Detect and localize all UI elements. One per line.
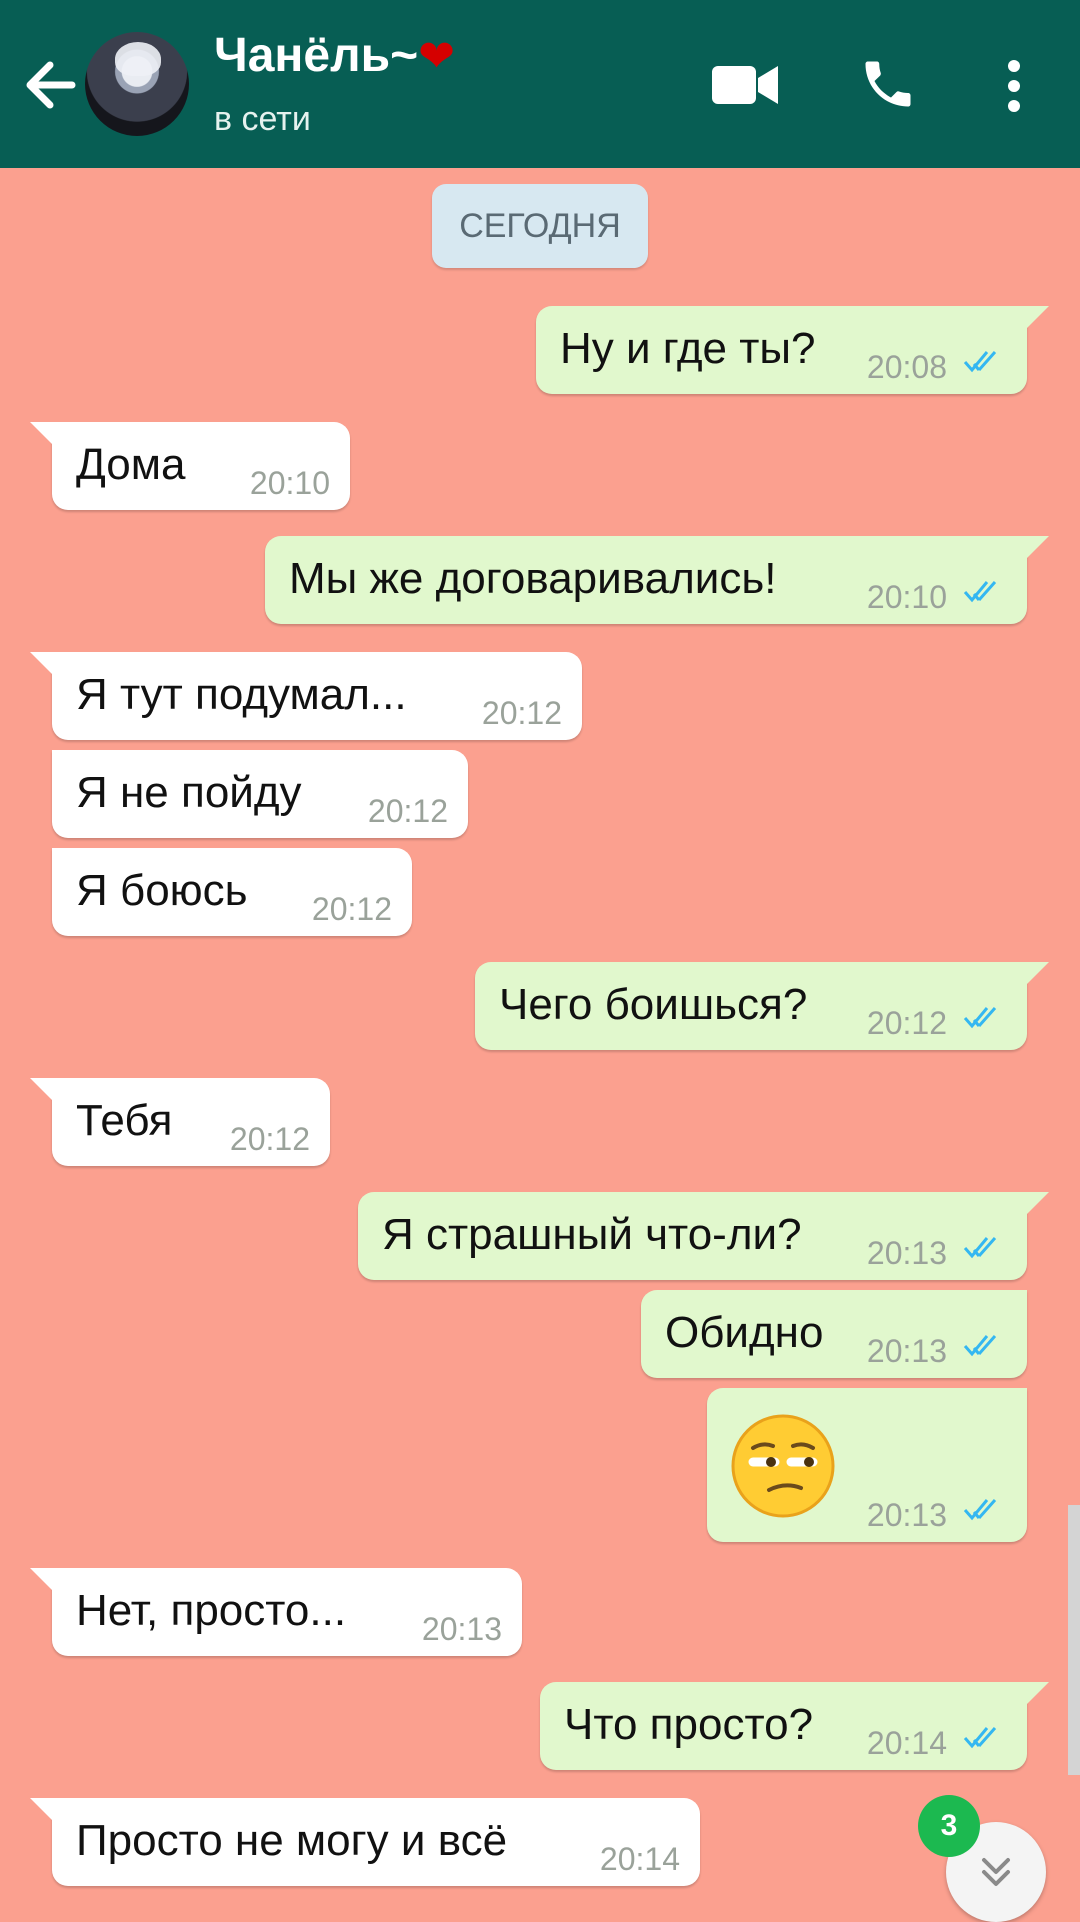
double-chevron-down-icon xyxy=(982,1858,1010,1886)
message-time: 20:12 xyxy=(229,1121,310,1157)
contact-name[interactable]: Чанёль~❤ xyxy=(214,28,455,83)
message-text: Чего боишься? xyxy=(499,980,808,1029)
back-arrow-icon[interactable] xyxy=(22,54,78,116)
contact-status: в сети xyxy=(214,100,311,138)
message-time: 20:13 xyxy=(866,1497,947,1533)
message-text: Тебя xyxy=(76,1096,173,1145)
message-text: Ну и где ты? xyxy=(560,324,816,373)
message-text: Дома xyxy=(76,440,186,489)
message-time: 20:10 xyxy=(249,465,330,501)
message-bubble-outgoing[interactable]: Ну и где ты? 20:08 xyxy=(536,306,1049,394)
message-time: 20:12 xyxy=(367,793,448,829)
message-text: Что просто? xyxy=(564,1700,814,1749)
message-bubble-outgoing[interactable]: Обидно 20:13 xyxy=(641,1290,1027,1378)
message-bubble-incoming[interactable]: Тебя 20:12 xyxy=(30,1078,330,1166)
message-time: 20:08 xyxy=(866,349,947,385)
message-time: 20:12 xyxy=(311,891,392,927)
unread-count-badge: 3 xyxy=(918,1795,980,1857)
message-time: 20:13 xyxy=(866,1333,947,1369)
message-time: 20:10 xyxy=(866,579,947,615)
message-bubble-incoming[interactable]: Дома 20:10 xyxy=(30,422,350,510)
message-time: 20:12 xyxy=(481,695,562,731)
message-bubble-incoming[interactable]: Я не пойду 20:12 xyxy=(52,750,468,838)
read-ticks-icon xyxy=(963,1727,997,1749)
read-ticks-icon xyxy=(963,351,997,373)
contact-avatar[interactable] xyxy=(85,32,189,136)
read-ticks-icon xyxy=(963,1007,997,1029)
phone-call-icon[interactable] xyxy=(858,54,918,114)
message-text: Нет, просто... xyxy=(76,1586,347,1635)
message-time: 20:14 xyxy=(866,1725,947,1761)
read-ticks-icon xyxy=(963,1499,997,1521)
scrollbar[interactable] xyxy=(1068,1505,1080,1775)
message-text: Я боюсь xyxy=(76,866,248,915)
video-call-icon[interactable] xyxy=(712,62,778,108)
read-ticks-icon xyxy=(963,581,997,603)
heart-emoji: ❤ xyxy=(418,32,456,81)
message-bubble-incoming[interactable]: Я тут подумал... 20:12 xyxy=(30,652,582,740)
message-bubble-outgoing[interactable]: Мы же договаривались! 20:10 xyxy=(265,536,1049,624)
message-text: Я не пойду xyxy=(76,768,302,817)
message-bubble-incoming[interactable]: Я боюсь 20:12 xyxy=(52,848,412,936)
chat-header: Чанёль~❤ в сети xyxy=(0,0,1080,168)
message-time: 20:12 xyxy=(866,1005,947,1041)
date-separator: СЕГОДНЯ xyxy=(432,184,648,268)
message-bubble-outgoing[interactable]: Я страшный что-ли? 20:13 xyxy=(358,1192,1049,1280)
more-options-icon[interactable] xyxy=(1000,58,1028,114)
message-time: 20:13 xyxy=(421,1611,502,1647)
message-text: Обидно xyxy=(665,1308,824,1357)
message-bubble-outgoing-emoji[interactable]: 20:13 xyxy=(707,1388,1027,1542)
read-ticks-icon xyxy=(963,1237,997,1259)
message-bubble-outgoing[interactable]: Что просто? 20:14 xyxy=(540,1682,1049,1770)
message-text: Я тут подумал... xyxy=(76,670,407,719)
read-ticks-icon xyxy=(963,1335,997,1357)
message-text: Просто не могу и всё xyxy=(76,1816,508,1865)
unamused-face-emoji xyxy=(731,1414,835,1518)
message-text: Мы же договаривались! xyxy=(289,554,777,603)
message-bubble-incoming[interactable]: Просто не могу и всё 20:14 xyxy=(30,1798,700,1886)
message-time: 20:14 xyxy=(599,1841,680,1877)
message-bubble-incoming[interactable]: Нет, просто... 20:13 xyxy=(30,1568,522,1656)
message-text: Я страшный что-ли? xyxy=(382,1210,802,1259)
message-bubble-outgoing[interactable]: Чего боишься? 20:12 xyxy=(475,962,1049,1050)
message-time: 20:13 xyxy=(866,1235,947,1271)
